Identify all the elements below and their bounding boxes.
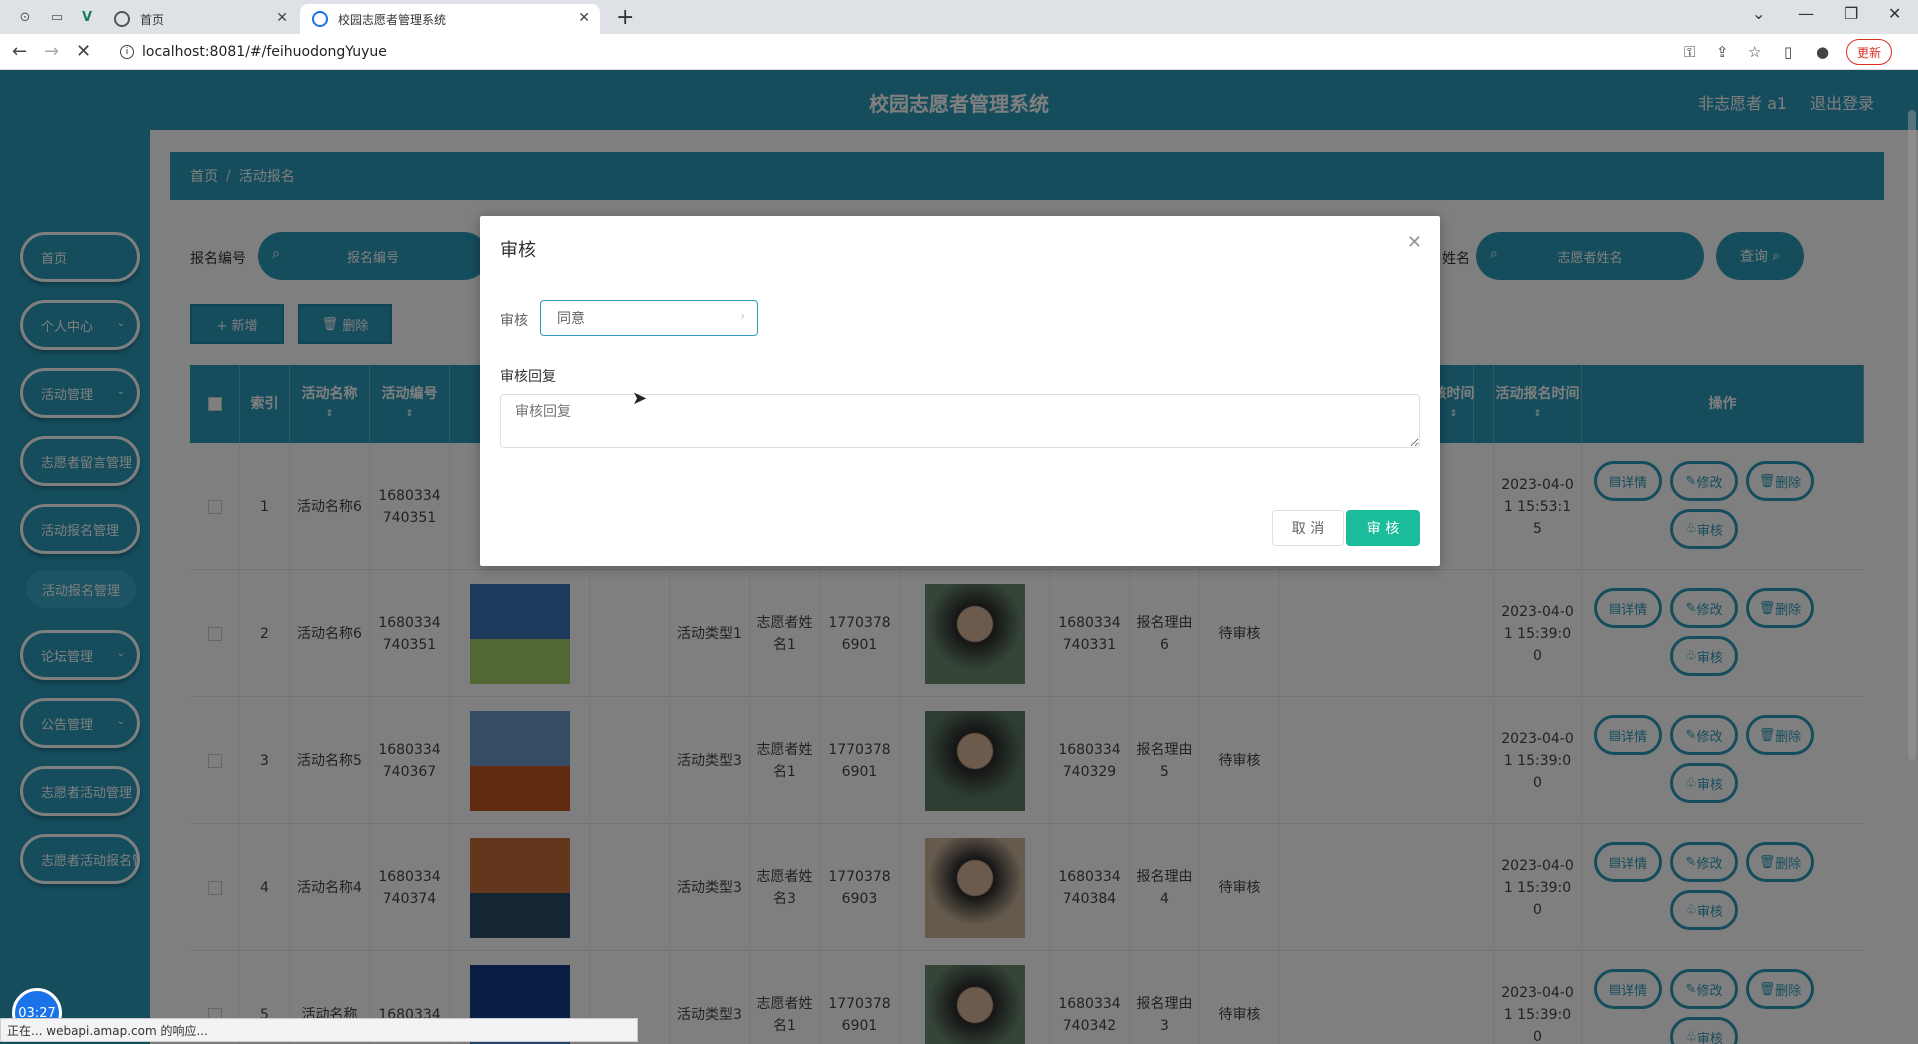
star-icon[interactable]: ☆ [1748, 43, 1761, 61]
app-icon[interactable]: ⊙ [16, 8, 34, 26]
profile-icon[interactable]: ● [1816, 43, 1829, 61]
tab-active[interactable]: 校园志愿者管理系统 ✕ [300, 4, 600, 34]
browser-tab-bar: ⊙ ▭ V 首页 ✕ 校园志愿者管理系统 ✕ + ⌄ — ❐ ✕ [0, 0, 1918, 34]
status-bar: 正在... webapi.amap.com 的响应... [0, 1018, 638, 1042]
mouse-cursor: ➤ [632, 388, 648, 409]
cancel-button[interactable]: 取 消 [1272, 510, 1344, 546]
update-button[interactable]: 更新 [1846, 39, 1893, 65]
close-tab-icon[interactable]: ✕ [578, 10, 590, 26]
vue-icon[interactable]: V [78, 8, 96, 26]
blank-tab-icon[interactable]: ▭ [48, 8, 66, 26]
globe-icon [114, 11, 130, 27]
address-bar: ← → ✕ i localhost:8081/#/feihuodongYuyue… [0, 34, 1918, 70]
share-icon[interactable]: ⇪ [1716, 43, 1729, 61]
tab-home[interactable]: 首页 ✕ [102, 4, 298, 34]
minimize-icon[interactable]: — [1798, 4, 1814, 23]
dialog-title: 审核 [500, 240, 536, 261]
info-icon[interactable]: i [120, 45, 134, 59]
new-tab-button[interactable]: + [616, 5, 634, 30]
close-tab-icon[interactable]: ✕ [276, 10, 288, 26]
review-select[interactable]: 同意 › [540, 300, 758, 336]
url-field[interactable]: i localhost:8081/#/feihuodongYuyue [116, 40, 1676, 64]
key-icon[interactable]: ⚿ [1684, 43, 1695, 61]
sidepanel-icon[interactable]: ▯ [1784, 43, 1792, 61]
confirm-review-button[interactable]: 审 核 [1346, 510, 1420, 546]
stop-icon[interactable]: ✕ [76, 41, 91, 62]
review-label: 审核 [500, 313, 528, 329]
restore-icon[interactable]: ❐ [1844, 4, 1858, 23]
close-window-icon[interactable]: ✕ [1888, 4, 1901, 23]
reply-label: 审核回复 [500, 369, 556, 385]
close-icon[interactable]: ✕ [1407, 232, 1422, 253]
chevron-down-icon[interactable]: ⌄ [1752, 4, 1765, 23]
chevron-right-icon: › [740, 309, 745, 323]
forward-icon[interactable]: → [44, 41, 59, 62]
scrollbar[interactable] [1908, 110, 1916, 760]
loading-icon [312, 11, 328, 27]
review-dialog: 审核 ✕ 审核 同意 › 审核回复 取 消 审 核 [480, 216, 1440, 566]
back-icon[interactable]: ← [12, 41, 27, 62]
